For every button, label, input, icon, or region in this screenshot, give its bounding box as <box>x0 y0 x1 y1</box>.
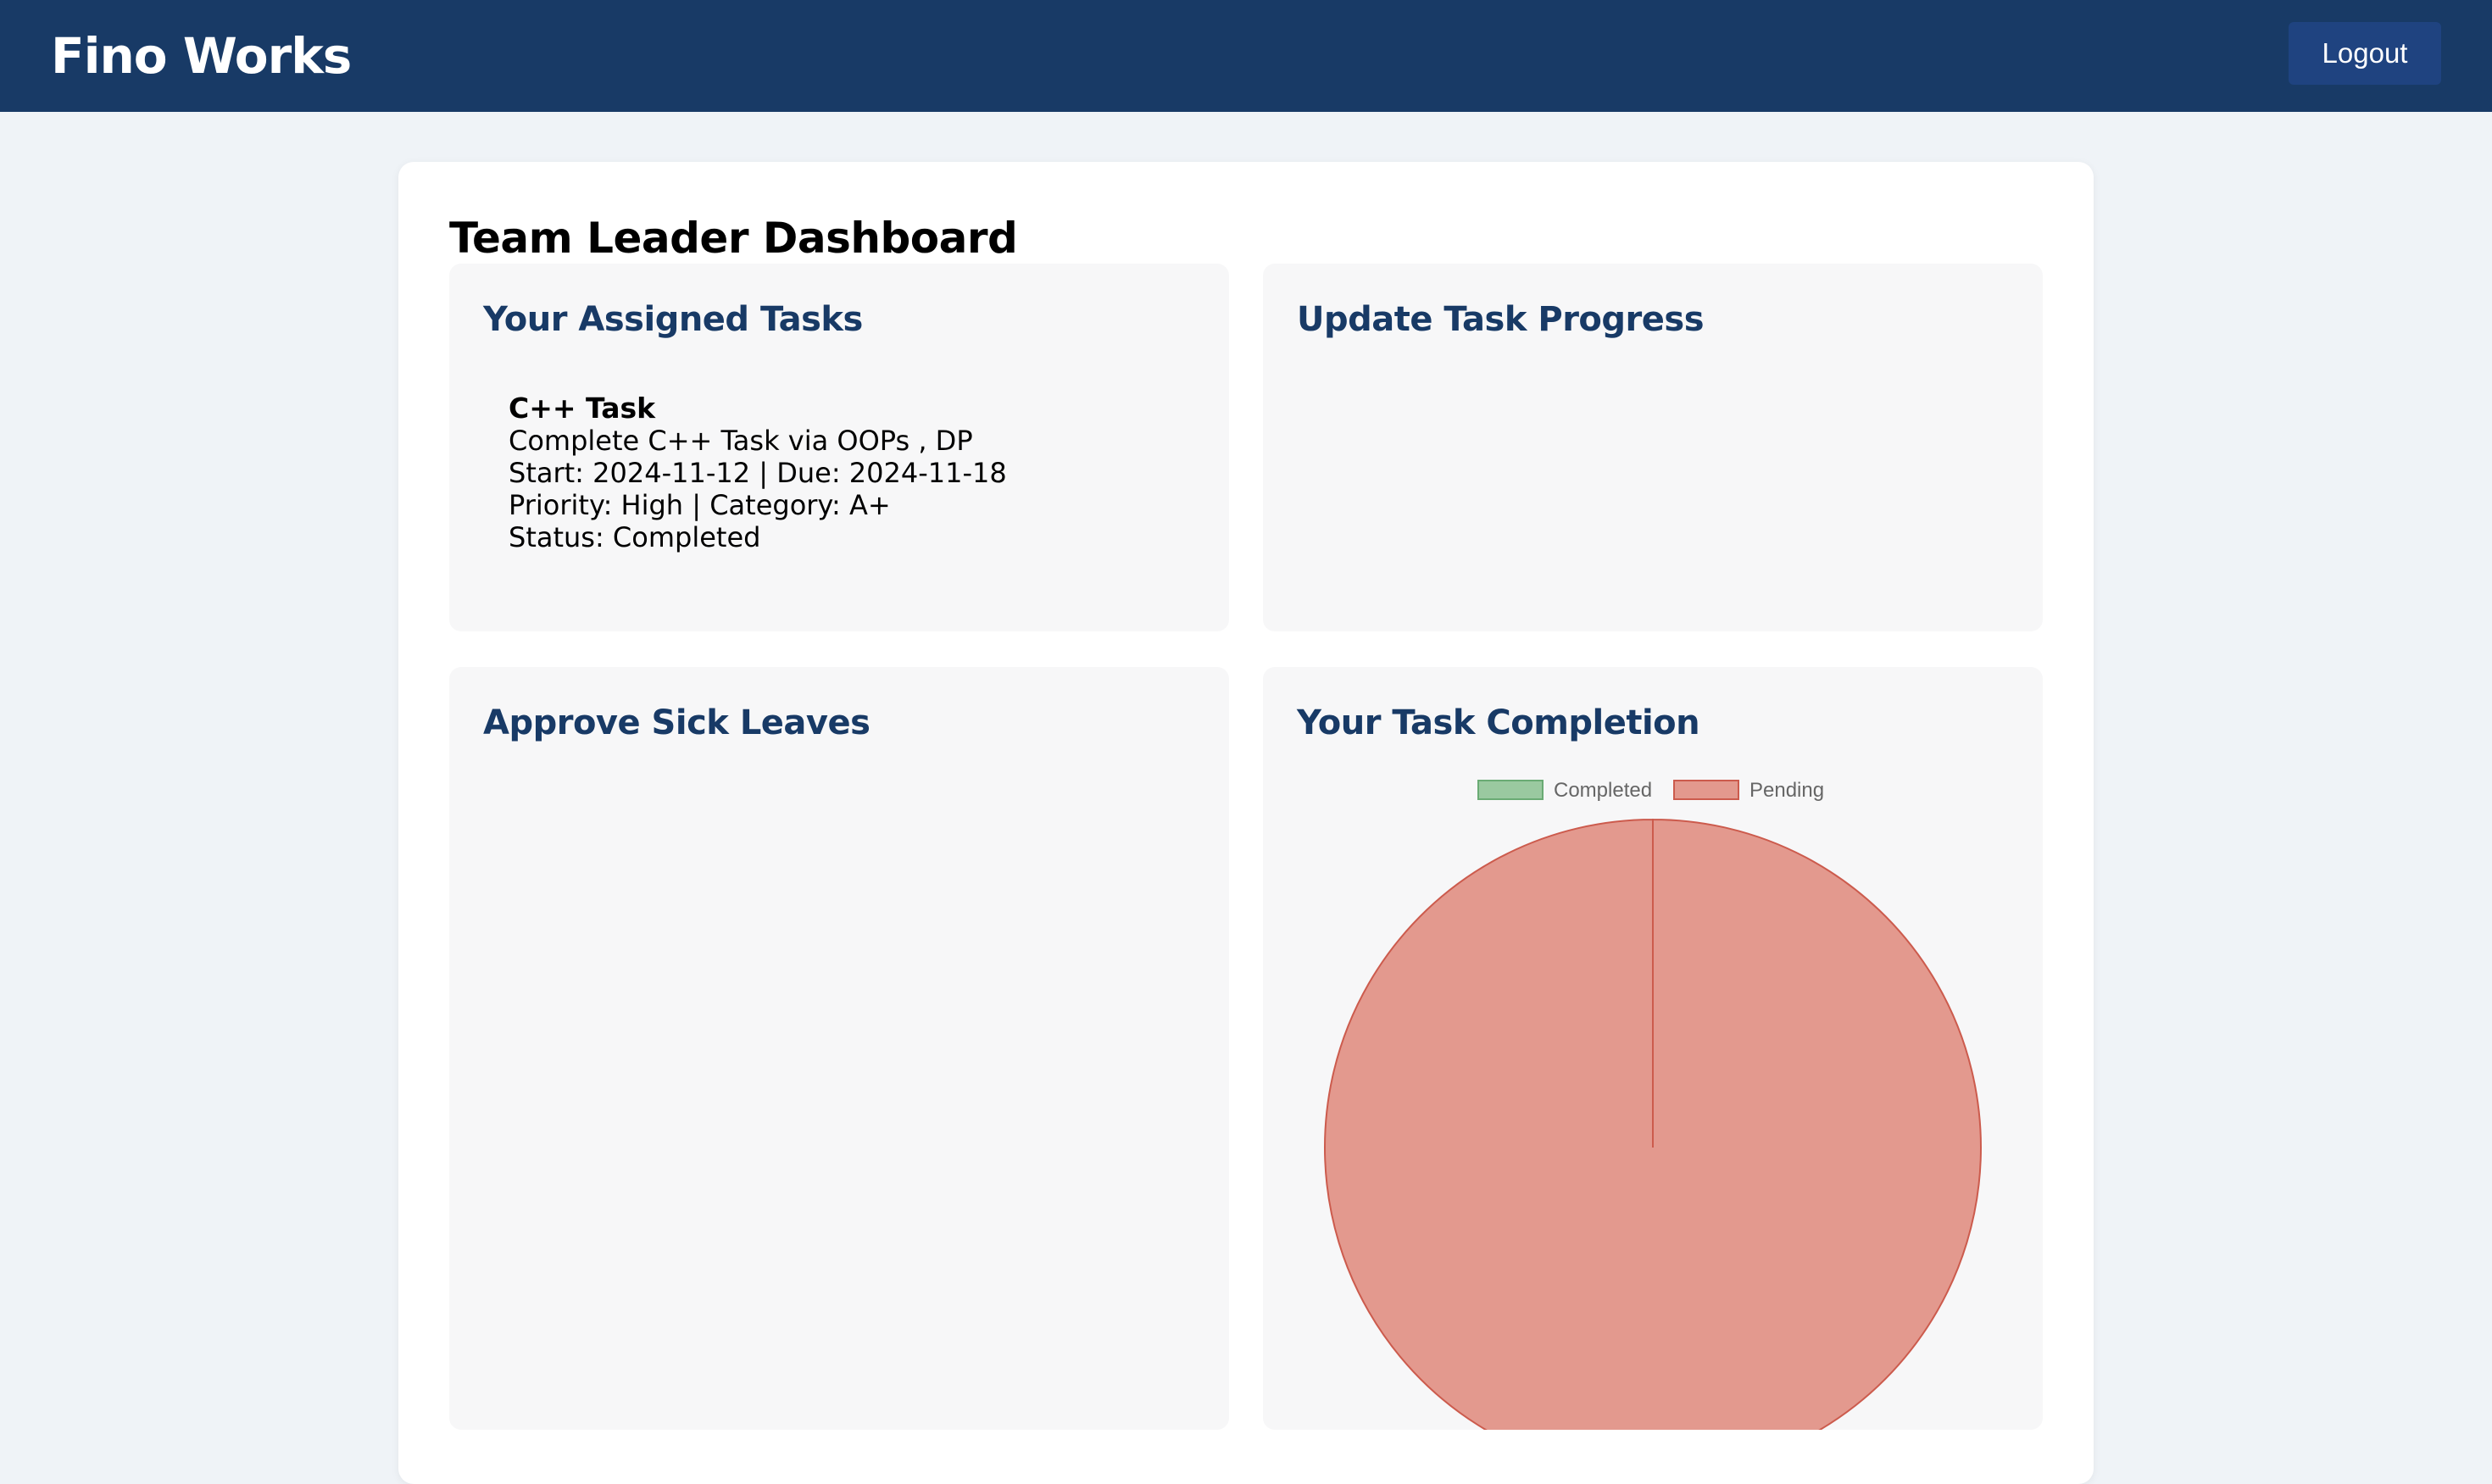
task-status: Status: Completed <box>509 521 761 553</box>
sick-leaves-panel: Approve Sick Leaves <box>449 667 1229 1430</box>
update-progress-panel: Update Task Progress <box>1263 264 2043 631</box>
page-title: Team Leader Dashboard <box>449 214 1018 263</box>
pie-chart <box>1324 818 1982 1430</box>
task-priority-category: Priority: High | Category: A+ <box>509 489 891 521</box>
assigned-tasks-heading: Your Assigned Tasks <box>483 300 863 339</box>
task-description: Complete C++ Task via OOPs , DP <box>509 425 973 457</box>
top-navbar: Fino Works Logout <box>0 0 2492 112</box>
sick-leaves-heading: Approve Sick Leaves <box>483 703 871 742</box>
task-item: C++ Task Complete C++ Task via OOPs , DP… <box>509 392 1007 554</box>
logout-button[interactable]: Logout <box>2289 22 2441 85</box>
pie-slice-pending[interactable] <box>1324 818 1982 1430</box>
task-dates: Start: 2024-11-12 | Due: 2024-11-18 <box>509 457 1007 489</box>
assigned-tasks-panel: Your Assigned Tasks C++ Task Complete C+… <box>449 264 1229 631</box>
task-title: C++ Task <box>509 392 656 425</box>
app-brand: Fino Works <box>51 27 352 85</box>
task-completion-panel: Your Task Completion Completed Pending <box>1263 667 2043 1430</box>
update-progress-heading: Update Task Progress <box>1297 300 1705 339</box>
